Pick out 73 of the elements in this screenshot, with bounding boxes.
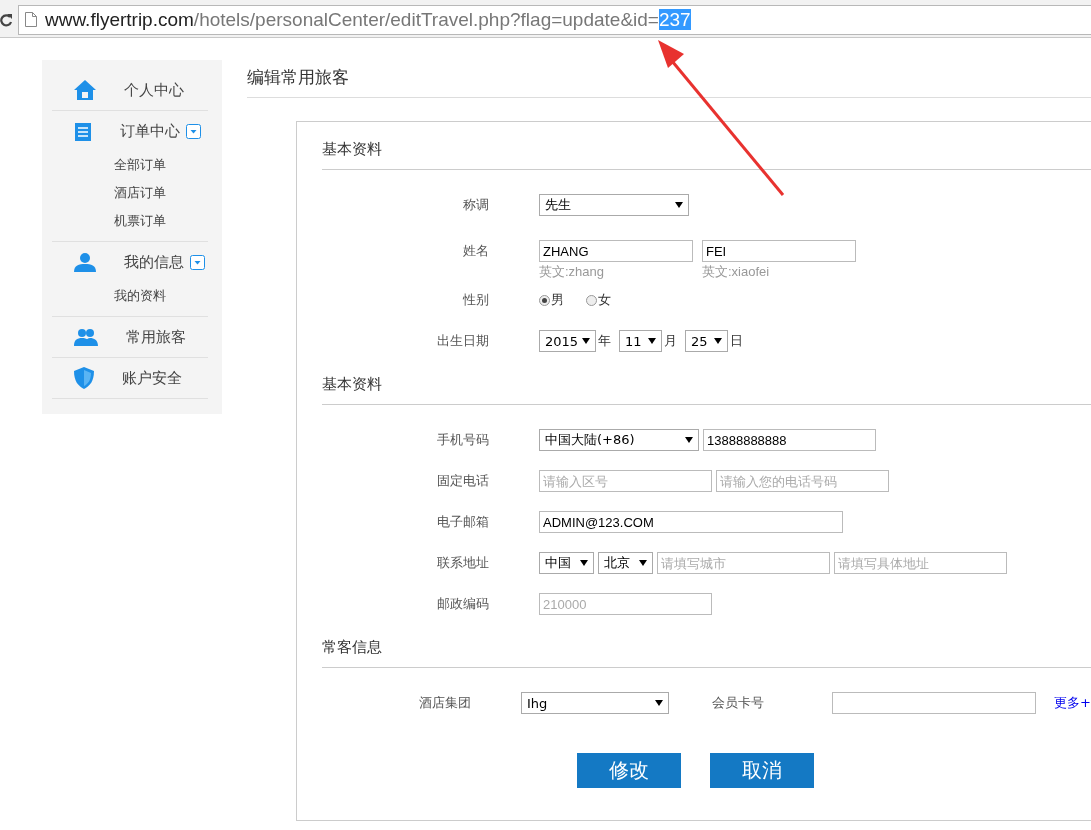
sidebar-item[interactable]: 订单中心	[52, 111, 208, 151]
dropdown-icon[interactable]	[190, 254, 205, 270]
section-title: 常客信息	[322, 634, 1091, 668]
input-field[interactable]: 请输入您的电话号码	[716, 470, 889, 492]
caret-icon	[655, 700, 663, 706]
submenu-item[interactable]: 我的资料	[52, 282, 208, 310]
field-label: 联系地址	[436, 554, 489, 572]
shield-icon	[74, 367, 94, 389]
dropdown[interactable]: 2015	[539, 330, 596, 352]
field-label: 姓名	[462, 242, 489, 260]
dropdown[interactable]: 11	[619, 330, 662, 352]
dropdown[interactable]: 25	[685, 330, 728, 352]
person-icon	[74, 252, 96, 272]
section-title: 基本资料	[322, 136, 1091, 170]
field-label: 邮政编码	[436, 595, 489, 613]
date-unit: 日	[730, 332, 743, 350]
submenu-item[interactable]: 全部订单	[52, 151, 208, 179]
name-field[interactable]: ZHANG	[539, 240, 693, 262]
radio-icon[interactable]	[539, 294, 550, 306]
caret-icon	[580, 560, 588, 566]
submenu-item[interactable]: 机票订单	[52, 207, 208, 235]
name-field[interactable]: FEI	[702, 240, 856, 262]
dropdown[interactable]: 先生	[539, 194, 689, 216]
radio-option[interactable]: 男	[539, 289, 564, 311]
phone-field[interactable]: 13888888888	[703, 429, 876, 451]
field-label: 电子邮箱	[436, 513, 489, 531]
field-label: 酒店集团	[418, 694, 471, 712]
field-label: 称调	[462, 196, 489, 214]
form-button[interactable]: 修改	[577, 753, 681, 788]
radio-option[interactable]: 女	[586, 289, 611, 311]
caret-icon	[714, 338, 722, 344]
input-field[interactable]: 请输入区号	[539, 470, 712, 492]
caret-icon	[639, 560, 647, 566]
dropdown[interactable]: 中国大陆(+86)	[539, 429, 699, 451]
field-label: 性别	[462, 291, 489, 309]
input-field[interactable]: 请填写具体地址	[834, 552, 1007, 574]
input-field[interactable]: 210000	[539, 593, 712, 615]
date-unit: 月	[664, 332, 677, 350]
page-title: 编辑常用旅客	[247, 60, 1091, 98]
house-icon	[74, 79, 96, 101]
field-label: 会员卡号	[712, 694, 764, 712]
date-unit: 年	[598, 332, 611, 350]
radio-icon[interactable]	[586, 294, 597, 306]
form-button[interactable]: 取消	[710, 753, 814, 788]
url-text: www.flyertrip.com/hotels/personalCenter/editTravel.php?flag=update&id=237	[45, 8, 691, 31]
card-number-field[interactable]	[832, 692, 1036, 714]
reload-icon[interactable]	[0, 12, 12, 27]
email-field[interactable]: ADMIN@123.COM	[539, 511, 843, 533]
field-label: 手机号码	[436, 431, 489, 449]
caret-icon	[685, 437, 693, 443]
dropdown-icon[interactable]	[186, 123, 201, 139]
field-label: 出生日期	[436, 332, 489, 350]
input-field[interactable]: 请填写城市	[657, 552, 830, 574]
hint-text: 英文:zhang	[539, 263, 606, 281]
sidebar-item[interactable]: 常用旅客	[52, 317, 208, 357]
caret-icon	[582, 338, 590, 344]
sidebar-item[interactable]: 个人中心	[52, 70, 208, 110]
people-icon	[74, 328, 98, 346]
page-icon	[25, 12, 37, 27]
caret-icon	[675, 202, 683, 208]
address-bar[interactable]: www.flyertrip.com/hotels/personalCenter/editTravel.php?flag=update&id=237	[18, 4, 1091, 35]
dropdown[interactable]: 中国	[539, 552, 594, 574]
section-title: 基本资料	[322, 371, 1091, 405]
hint-text: 英文:xiaofei	[702, 263, 771, 281]
field-label: 固定电话	[436, 472, 489, 490]
more-link[interactable]: 更多+	[1054, 692, 1091, 714]
sidebar-item[interactable]: 我的信息	[52, 242, 208, 282]
sidebar-item[interactable]: 账户安全	[52, 358, 208, 398]
dropdown[interactable]: 北京	[598, 552, 653, 574]
caret-icon	[648, 338, 656, 344]
submenu-item[interactable]: 酒店订单	[52, 179, 208, 207]
notepad-icon	[74, 121, 92, 141]
dropdown[interactable]: Ihg	[521, 692, 669, 714]
